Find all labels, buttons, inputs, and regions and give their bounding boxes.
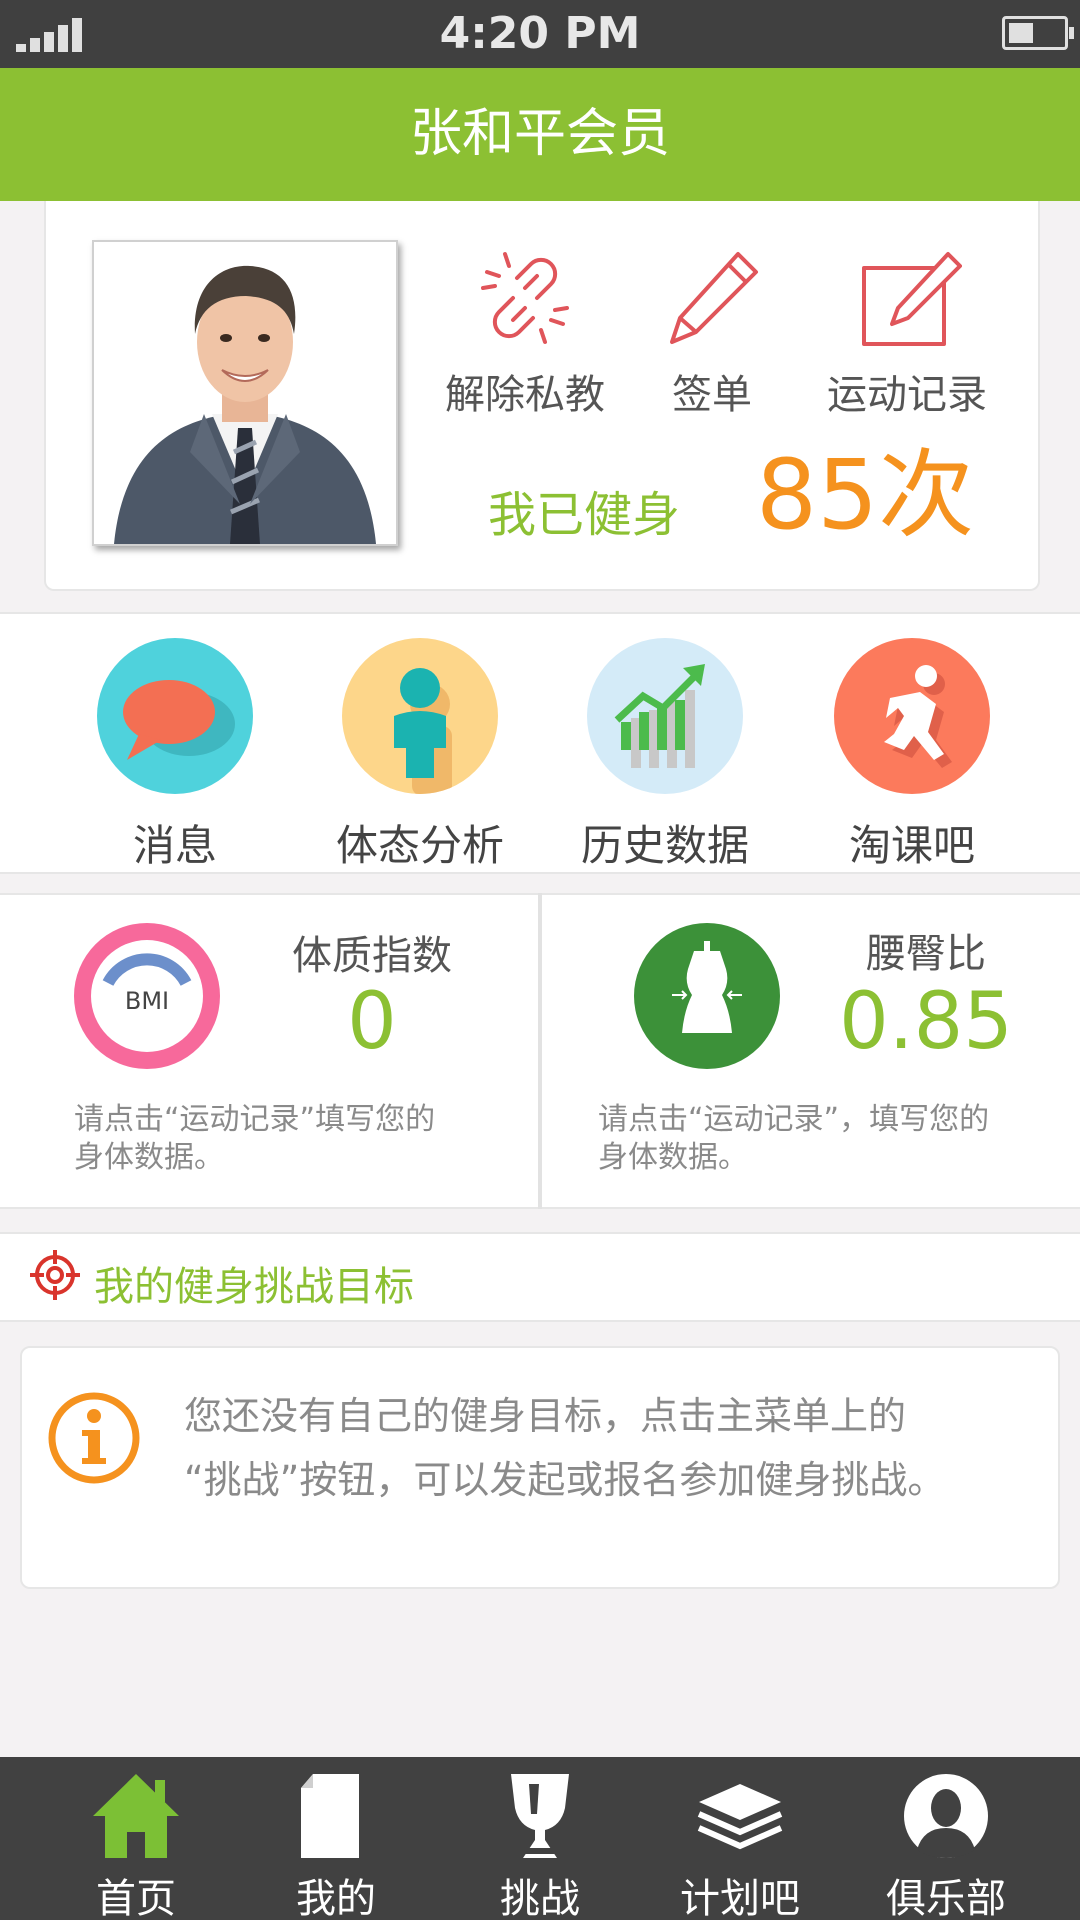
feature-posture-analysis-label: 体态分析 <box>335 821 504 870</box>
bmi-value: 0 <box>347 977 397 1067</box>
nav-challenge-label: 挑战 <box>500 1876 580 1920</box>
bmi-title: 体质指数 <box>292 933 452 979</box>
bmi-icon-text: BMI <box>124 987 170 1015</box>
goal-message-line1: 您还没有自己的健身目标，点击主菜单上的 <box>184 1394 907 1438</box>
nav-club[interactable]: 俱乐部 <box>846 1770 1046 1920</box>
exercise-record-label: 运动记录 <box>827 372 987 418</box>
nav-plans[interactable]: 计划吧 <box>640 1770 840 1920</box>
target-crosshair-icon <box>28 1248 82 1306</box>
speech-bubble-icon <box>97 638 253 794</box>
dress-form-icon <box>634 923 780 1073</box>
feature-course-market[interactable]: 淘课吧 <box>792 638 1032 873</box>
feature-history-data[interactable]: 历史数据 <box>545 638 785 873</box>
waist-hip-note-line2: 身体数据。 <box>598 1140 748 1175</box>
layers-icon <box>697 1784 783 1850</box>
document-icon <box>301 1774 359 1858</box>
bmi-note-line2: 身体数据。 <box>74 1140 224 1175</box>
exercise-record-button[interactable]: 运动记录 <box>822 248 992 420</box>
feature-history-data-label: 历史数据 <box>580 821 749 870</box>
status-time: 4:20 PM <box>439 8 641 59</box>
page-title: 张和平会员 <box>409 104 670 164</box>
sign-order-label: 签单 <box>672 372 752 418</box>
battery-icon <box>1002 16 1074 50</box>
bmi-panel[interactable]: BMI 体质指数 0 请点击“运动记录”填写您的 身体数据。 <box>0 893 538 1209</box>
unlink-coach-button[interactable]: 解除私教 <box>440 248 610 420</box>
waist-hip-value: 0.85 <box>839 977 1013 1067</box>
running-man-icon <box>834 638 990 794</box>
unlink-coach-label: 解除私教 <box>445 372 605 418</box>
feature-course-market-label: 淘课吧 <box>848 821 975 870</box>
nav-home-label: 首页 <box>96 1876 176 1920</box>
growth-chart-icon <box>587 638 743 794</box>
trophy-icon <box>511 1774 569 1858</box>
goal-message: 您还没有自己的健身目标，点击主菜单上的 “挑战”按钮，可以发起或报名参加健身挑战… <box>184 1384 1044 1512</box>
fitness-count-label: 我已健身 <box>488 487 681 543</box>
goal-title: 我的健身挑战目标 <box>94 1264 414 1310</box>
fitness-count-value: 85次 <box>756 439 975 551</box>
info-icon <box>48 1392 140 1488</box>
waist-hip-panel[interactable]: 腰臀比 0.85 请点击“运动记录”，填写您的 身体数据。 <box>542 893 1080 1209</box>
pencil-icon <box>670 252 758 344</box>
nav-mine-label: 我的 <box>296 1876 376 1920</box>
waist-hip-note-line1: 请点击“运动记录”，填写您的 <box>598 1102 990 1137</box>
bmi-icon: BMI <box>74 923 220 1073</box>
waist-hip-title: 腰臀比 <box>866 931 986 977</box>
sign-order-button[interactable]: 签单 <box>652 248 772 420</box>
unlink-icon <box>481 252 569 344</box>
nav-challenge[interactable]: 挑战 <box>440 1770 640 1920</box>
nav-mine[interactable]: 我的 <box>236 1770 436 1920</box>
nav-plans-label: 计划吧 <box>680 1876 800 1920</box>
feature-messages[interactable]: 消息 <box>55 638 295 873</box>
goal-message-line2: “挑战”按钮，可以发起或报名参加健身挑战。 <box>184 1458 946 1502</box>
user-silhouette-icon <box>904 1774 988 1858</box>
feature-messages-label: 消息 <box>132 821 217 870</box>
bmi-note-line1: 请点击“运动记录”填写您的 <box>74 1102 436 1137</box>
nav-club-label: 俱乐部 <box>886 1876 1006 1920</box>
person-icon <box>342 638 498 794</box>
feature-posture-analysis[interactable]: 体态分析 <box>300 638 540 873</box>
avatar[interactable] <box>92 240 398 546</box>
home-icon <box>93 1774 179 1858</box>
header: 张和平会员 <box>0 68 1080 201</box>
edit-record-icon <box>862 252 962 346</box>
nav-home[interactable]: 首页 <box>36 1770 236 1920</box>
